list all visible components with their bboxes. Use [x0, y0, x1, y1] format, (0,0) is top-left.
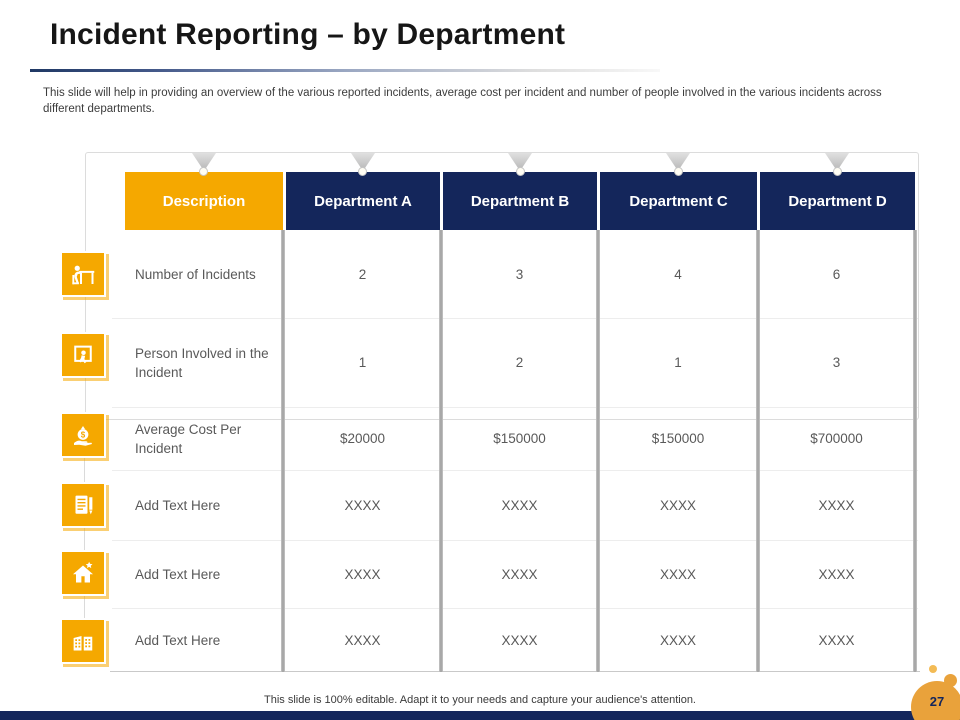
cell-value: 2	[443, 318, 596, 407]
column-divider	[281, 230, 285, 672]
cell-value: 3	[760, 318, 913, 407]
money-bag-hand-icon: $	[60, 412, 106, 458]
cell-value: 1	[600, 318, 756, 407]
cell-value: XXXX	[760, 608, 913, 672]
notepad-pencil-icon	[60, 482, 106, 528]
row-label: Add Text Here	[135, 540, 277, 608]
page-title: Incident Reporting – by Department	[50, 18, 565, 52]
pin-dot-icon	[674, 167, 683, 176]
slide-canvas: Incident Reporting – by Department This …	[0, 0, 960, 720]
pin-dot-icon	[833, 167, 842, 176]
person-falling-door-icon	[60, 332, 106, 378]
column-divider	[596, 230, 600, 672]
footer-note: This slide is 100% editable. Adapt it to…	[0, 694, 960, 706]
cell-value: 3	[443, 230, 596, 318]
pin-dot-icon	[199, 167, 208, 176]
header-department-d: Department D	[760, 172, 915, 230]
pin-dot-icon	[358, 167, 367, 176]
row-label: Number of Incidents	[135, 230, 277, 318]
cell-value: XXXX	[600, 470, 756, 540]
header-department-b: Department B	[443, 172, 597, 230]
cell-value: XXXX	[286, 470, 439, 540]
column-divider	[756, 230, 760, 672]
cell-value: 2	[286, 230, 439, 318]
page-number-badge: 27	[911, 681, 960, 720]
pin-dot-icon	[516, 167, 525, 176]
cell-value: $20000	[286, 407, 439, 470]
header-department-c: Department C	[600, 172, 757, 230]
page-number: 27	[930, 694, 944, 709]
cell-value: XXXX	[286, 608, 439, 672]
cell-value: $150000	[600, 407, 756, 470]
header-department-a: Department A	[286, 172, 440, 230]
row-label: Average Cost Per Incident	[135, 407, 277, 470]
cell-value: XXXX	[600, 540, 756, 608]
header-description: Description	[125, 172, 283, 230]
cell-value: XXXX	[760, 540, 913, 608]
damaged-buildings-icon	[60, 618, 106, 664]
slide-subtitle: This slide will help in providing an ove…	[43, 85, 921, 117]
column-divider	[439, 230, 443, 672]
row-label: Person Involved in the Incident	[135, 318, 277, 407]
cell-value: 1	[286, 318, 439, 407]
title-underline	[30, 69, 660, 72]
row-label: Add Text Here	[135, 608, 277, 672]
column-divider	[913, 230, 917, 672]
cell-value: 4	[600, 230, 756, 318]
cell-value: $700000	[760, 407, 913, 470]
row-label: Add Text Here	[135, 470, 277, 540]
cell-value: XXXX	[760, 470, 913, 540]
cell-value: 6	[760, 230, 913, 318]
svg-text:$: $	[81, 430, 86, 439]
decorative-dot-icon	[929, 665, 937, 673]
cell-value: XXXX	[286, 540, 439, 608]
cell-value: XXXX	[600, 608, 756, 672]
injured-person-desk-icon	[60, 251, 106, 297]
cell-value: XXXX	[443, 470, 596, 540]
damaged-house-icon	[60, 550, 106, 596]
cell-value: XXXX	[443, 608, 596, 672]
cell-value: XXXX	[443, 540, 596, 608]
bottom-accent-bar	[0, 711, 960, 720]
cell-value: $150000	[443, 407, 596, 470]
